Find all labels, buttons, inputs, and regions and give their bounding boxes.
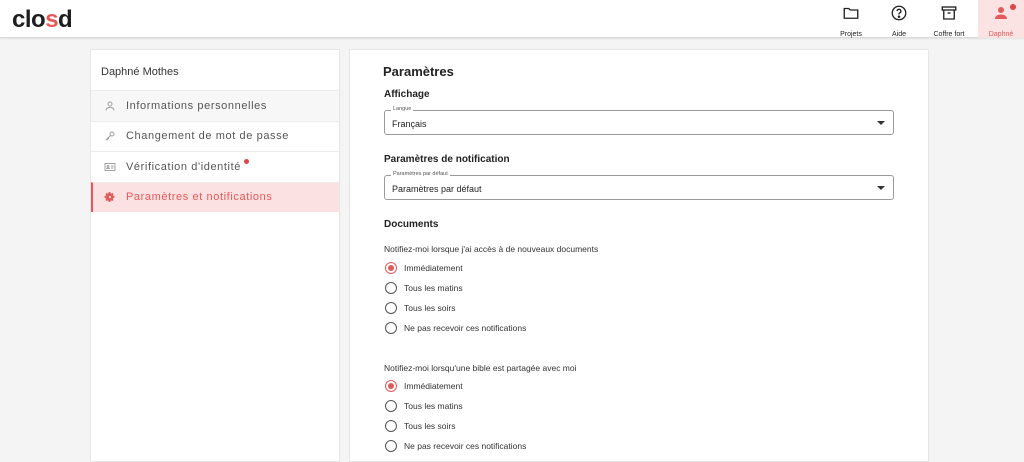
app-logo[interactable]: closd: [12, 6, 73, 34]
bible-option-morning[interactable]: Tous les matins: [385, 399, 463, 413]
sidebar-item-label: Paramètres et notifications: [126, 191, 273, 204]
nav-coffre-fort-label: Coffre fort: [933, 31, 965, 38]
docs-option-morning[interactable]: Tous les matins: [385, 281, 463, 295]
nav-projets-label: Projets: [840, 31, 862, 38]
radio-button[interactable]: [385, 400, 397, 412]
sidebar-item-label: Changement de mot de passe: [126, 130, 289, 143]
language-select-label: Langue: [391, 106, 414, 112]
sidebar-user-name: Daphné Mothes: [101, 66, 179, 78]
top-bar: closd Projets Aide Coffre fort Daphné: [0, 0, 1024, 38]
chevron-down-icon: [877, 121, 885, 125]
radio-button[interactable]: [385, 322, 397, 334]
account-sidebar: Daphné Mothes Informations personnelles …: [90, 49, 340, 462]
radio-label: Tous les matins: [404, 401, 463, 411]
radio-label: Tous les soirs: [404, 421, 456, 431]
docs-option-immediate[interactable]: Immédiatement: [385, 261, 463, 275]
nav-user-account[interactable]: Daphné: [978, 0, 1024, 38]
nav-user-label: Daphné: [988, 31, 1014, 38]
radio-label: Ne pas recevoir ces notifications: [404, 323, 527, 333]
archive-icon: [940, 4, 958, 27]
radio-button[interactable]: [385, 440, 397, 452]
key-icon: [104, 130, 116, 142]
nav-aide-label: Aide: [891, 31, 906, 38]
settings-panel: Paramètres Affichage Langue Français Par…: [349, 49, 929, 462]
logo-text-prefix: clo: [12, 6, 46, 33]
sidebar-item-password[interactable]: Changement de mot de passe: [91, 120, 339, 152]
radio-button[interactable]: [385, 262, 397, 274]
bible-option-evening[interactable]: Tous les soirs: [385, 419, 456, 433]
radio-button[interactable]: [385, 302, 397, 314]
id-card-icon: [104, 161, 116, 173]
documents-section-title: Documents: [384, 219, 439, 230]
language-select[interactable]: Langue Français: [384, 106, 894, 135]
radio-label: Ne pas recevoir ces notifications: [404, 441, 527, 451]
sidebar-item-label: Informations personnelles: [126, 99, 267, 112]
radio-button[interactable]: [385, 282, 397, 294]
identity-alert-dot: [243, 159, 249, 165]
sidebar-item-label: Vérification d'identité: [126, 160, 241, 173]
sidebar-item-informations[interactable]: Informations personnelles: [91, 90, 339, 121]
radio-button[interactable]: [385, 380, 397, 392]
radio-label: Tous les matins: [404, 283, 463, 293]
radio-label: Immédiatement: [404, 381, 463, 391]
notification-dot: [1010, 4, 1016, 10]
documents-question: Notifiez-moi lorsque j'ai accès à de nou…: [384, 244, 599, 254]
help-icon: [890, 4, 908, 27]
page-title: Paramètres: [383, 64, 454, 79]
notification-preset-select[interactable]: Paramètres par défaut Paramètres par déf…: [384, 171, 894, 200]
radio-button[interactable]: [385, 420, 397, 432]
notification-preset-label: Paramètres par défaut: [391, 171, 450, 177]
nav-projets[interactable]: Projets: [827, 0, 875, 38]
logo-text-accent: s: [45, 6, 59, 33]
notification-preset-value: Paramètres par défaut: [392, 184, 482, 194]
gear-icon: [104, 191, 116, 203]
top-nav: Projets Aide Coffre fort Daphné: [827, 0, 1024, 38]
sidebar-item-identity[interactable]: Vérification d'identité: [91, 151, 339, 182]
user-icon: [992, 4, 1010, 27]
nav-coffre-fort[interactable]: Coffre fort: [923, 0, 975, 38]
docs-option-none[interactable]: Ne pas recevoir ces notifications: [385, 321, 526, 335]
bible-option-none[interactable]: Ne pas recevoir ces notifications: [385, 439, 526, 453]
display-section-title: Affichage: [384, 89, 430, 100]
bible-option-immediate[interactable]: Immédiatement: [385, 379, 463, 393]
chevron-down-icon: [877, 186, 885, 190]
language-select-value: Français: [392, 119, 427, 129]
notification-section-title: Paramètres de notification: [384, 154, 510, 165]
radio-label: Immédiatement: [404, 263, 463, 273]
nav-aide[interactable]: Aide: [875, 0, 923, 38]
logo-text-suffix: d: [58, 6, 73, 33]
bible-question: Notifiez-moi lorsqu'une bible est partag…: [384, 363, 577, 373]
docs-option-evening[interactable]: Tous les soirs: [385, 301, 456, 315]
radio-label: Tous les soirs: [404, 303, 456, 313]
folder-icon: [842, 4, 860, 27]
user-outline-icon: [104, 100, 116, 112]
sidebar-item-settings[interactable]: Paramètres et notifications: [91, 181, 339, 212]
